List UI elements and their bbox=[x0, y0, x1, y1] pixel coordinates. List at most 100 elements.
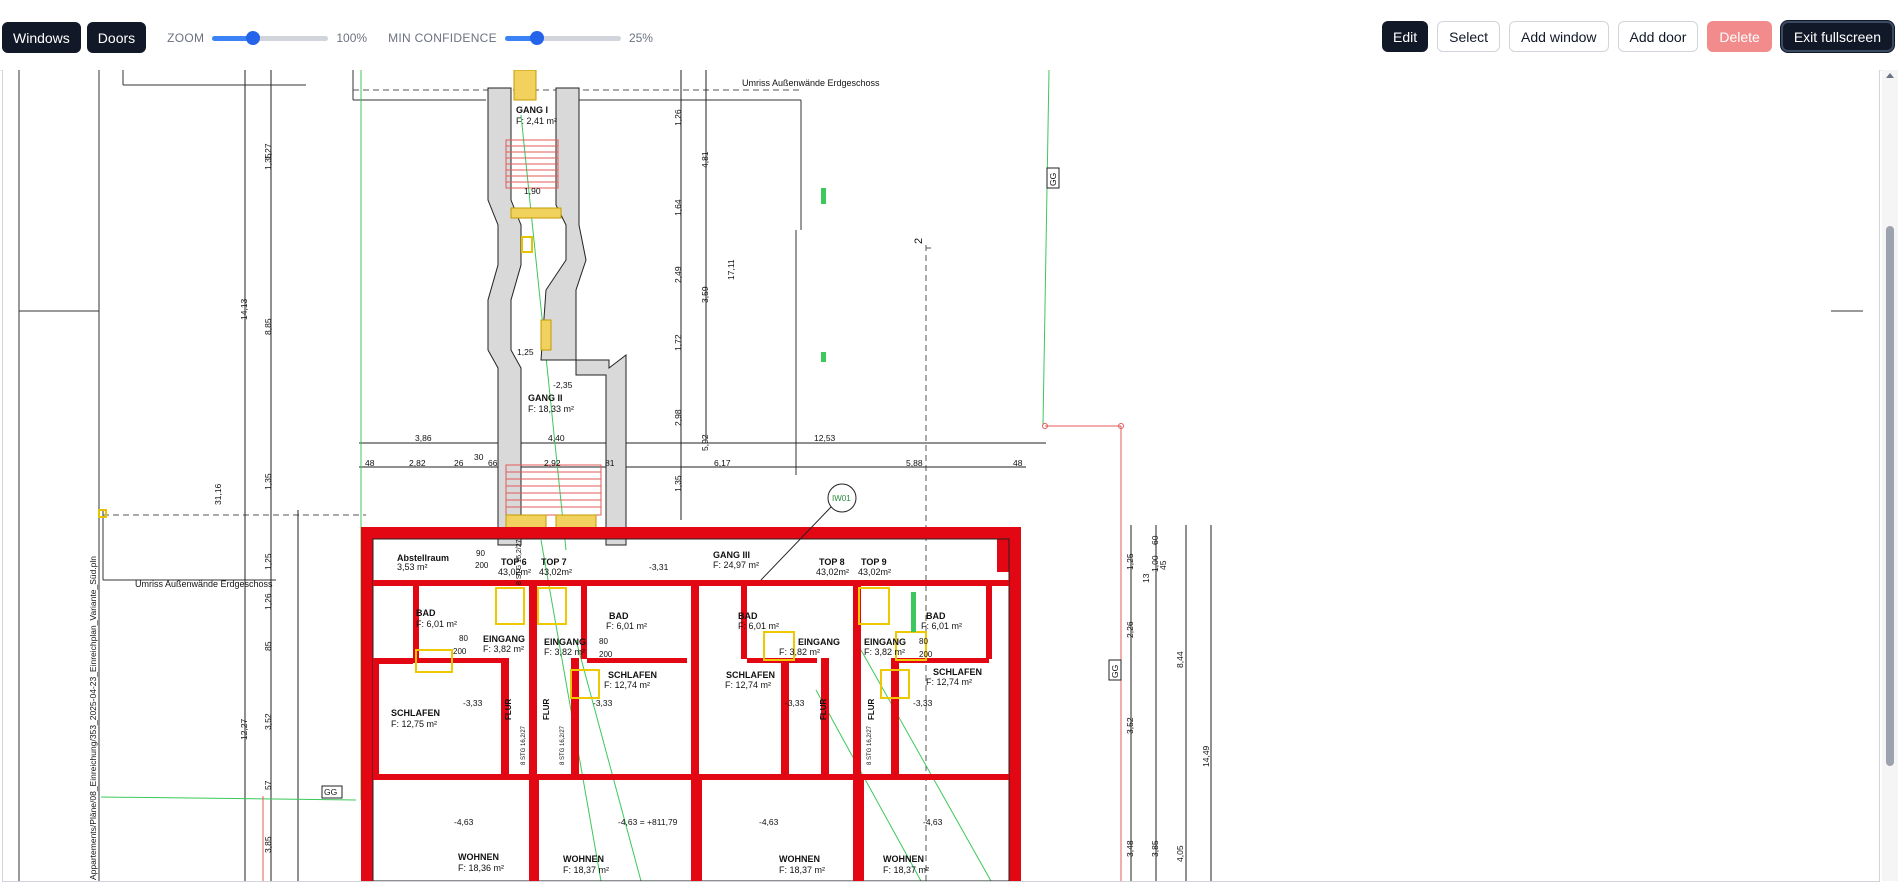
room-label: BAD bbox=[416, 608, 436, 618]
room-label: WOHNEN bbox=[563, 854, 604, 864]
room-area: F: 3,82 m² bbox=[779, 647, 820, 657]
stair-wall-right bbox=[540, 87, 627, 546]
room-area: 43,02m² bbox=[858, 567, 891, 577]
min-confidence-slider[interactable] bbox=[504, 30, 621, 46]
dimension-labels: 3,86 4,40 12,53 48 2,82 26 30 66 2,92 81… bbox=[365, 186, 1023, 468]
dimension-label: 3,85 bbox=[263, 836, 273, 853]
level-label: -2,35 bbox=[553, 380, 573, 390]
windows-toggle-button[interactable]: Windows bbox=[2, 22, 81, 53]
detection-mark[interactable] bbox=[821, 352, 826, 362]
dimension-label: 3,52 bbox=[1125, 717, 1135, 734]
dimension-label: 1,35 bbox=[673, 475, 683, 492]
dimension-label: 66 bbox=[488, 458, 498, 468]
dimension-label: 8,44 bbox=[1175, 651, 1185, 668]
doors-toggle-button[interactable]: Doors bbox=[86, 22, 147, 53]
gg-tag-vertical[interactable]: GG GG bbox=[1046, 167, 1122, 681]
delete-button[interactable]: Delete bbox=[1707, 21, 1772, 52]
scroll-up-icon[interactable] bbox=[1886, 73, 1894, 78]
zoom-slider[interactable] bbox=[212, 30, 329, 46]
room-label: SCHLAFEN bbox=[391, 708, 440, 718]
room-area: F: 12,75 m² bbox=[391, 719, 437, 729]
exit-fullscreen-button[interactable]: Exit fullscreen bbox=[1780, 21, 1894, 52]
scrollbar-thumb[interactable] bbox=[1886, 226, 1894, 766]
level-label: -3,33 bbox=[463, 698, 483, 708]
gg-tag[interactable]: GG bbox=[321, 785, 343, 799]
dimension-label: 1,90 bbox=[524, 186, 541, 196]
dimension-label: 1,25 bbox=[263, 553, 273, 570]
level-label: -3,33 bbox=[913, 698, 933, 708]
room-label: TOP 9 bbox=[861, 557, 887, 567]
dimension-label: 3,86 bbox=[415, 433, 432, 443]
stair-label: 8 STG 16,2/27 bbox=[867, 725, 873, 765]
dimension-label: 4,81 bbox=[700, 151, 710, 168]
room-label: FLUR bbox=[819, 698, 828, 720]
outline-label: Umriss Außenwände Erdgeschoss bbox=[742, 78, 880, 88]
room-area: 43,02m² bbox=[816, 567, 849, 577]
room-label: FLUR bbox=[504, 698, 513, 720]
door-detection[interactable] bbox=[513, 70, 537, 101]
dimension-label: 2,26 bbox=[1125, 621, 1135, 638]
room-label: GANG I bbox=[516, 105, 548, 115]
zoom-value: 100% bbox=[336, 30, 368, 45]
dimension-label: 1,35 bbox=[263, 473, 273, 490]
room-area: F: 18,37 m² bbox=[883, 865, 929, 875]
room-area: 43,02m² bbox=[539, 567, 572, 577]
add-window-button[interactable]: Add window bbox=[1509, 21, 1609, 52]
add-door-button[interactable]: Add door bbox=[1617, 21, 1699, 52]
dimension-label: 2,49 bbox=[673, 266, 683, 283]
door-detection[interactable] bbox=[510, 207, 562, 219]
dimension-label: 6,17 bbox=[714, 458, 731, 468]
door-dim: 200 bbox=[599, 650, 613, 659]
dimension-label: 45 bbox=[1158, 560, 1168, 570]
toolbar-right: Edit Select Add window Add door Delete E… bbox=[1382, 21, 1894, 52]
dimension-label: 2,92 bbox=[544, 458, 561, 468]
dimension-label: 8,85 bbox=[263, 318, 273, 335]
room-label: SCHLAFEN bbox=[608, 670, 657, 680]
zoom-slider-thumb[interactable] bbox=[245, 30, 260, 45]
room-label: WOHNEN bbox=[458, 852, 499, 862]
dimension-label: 17,11 bbox=[726, 259, 736, 280]
dimension-label: 2,82 bbox=[409, 458, 426, 468]
room-label: GANG II bbox=[528, 393, 563, 403]
room-label: BAD bbox=[926, 611, 946, 621]
dimension-label: 3,52 bbox=[263, 713, 273, 730]
level-label: -4,63 = +811,79 bbox=[618, 817, 678, 827]
toolbar-left: Windows Doors ZOOM 100% MIN CONFIDENCE 2… bbox=[2, 21, 653, 54]
door-dim: 200 bbox=[475, 561, 489, 570]
min-confidence-slider-thumb[interactable] bbox=[530, 30, 545, 45]
floorplan-drawing[interactable]: GANG I F: 2,41 m² GANG II F: 18,33 m² GA… bbox=[3, 70, 1879, 881]
stair-label: 8 STG 16,2/27 bbox=[521, 725, 527, 765]
edit-button[interactable]: Edit bbox=[1382, 21, 1429, 52]
room-label: WOHNEN bbox=[883, 854, 924, 864]
level-label: -3,31 bbox=[649, 562, 669, 572]
door-detection[interactable] bbox=[540, 319, 552, 351]
dimension-label: 5,92 bbox=[700, 434, 710, 451]
room-area: F: 12,74 m² bbox=[926, 677, 972, 687]
dimension-label: 5,88 bbox=[906, 458, 923, 468]
room-label: EINGANG bbox=[544, 637, 586, 647]
dimension-label: 4,40 bbox=[548, 433, 565, 443]
room-area: 3,53 m² bbox=[397, 562, 428, 572]
dimension-label: 81 bbox=[605, 458, 615, 468]
file-path-label: Appartements/Pläne/08_Einreichung/353_20… bbox=[88, 556, 98, 880]
room-area: F: 6,01 m² bbox=[606, 621, 647, 631]
room-label: BAD bbox=[609, 611, 629, 621]
room-area: F: 18,36 m² bbox=[458, 863, 504, 873]
floorplan-canvas[interactable]: GANG I F: 2,41 m² GANG II F: 18,33 m² GA… bbox=[2, 70, 1880, 882]
room-label: FLUR bbox=[867, 698, 876, 720]
room-area: 43,02m² bbox=[498, 567, 531, 577]
axis-marker: 2 bbox=[913, 238, 925, 244]
select-button[interactable]: Select bbox=[1437, 21, 1501, 52]
detection-mark[interactable] bbox=[821, 188, 826, 204]
vertical-scrollbar[interactable] bbox=[1882, 70, 1898, 881]
door-dim: 80 bbox=[599, 637, 608, 646]
room-label: WOHNEN bbox=[779, 854, 820, 864]
dimension-label: 2,98 bbox=[673, 409, 683, 426]
window-detection[interactable] bbox=[521, 236, 533, 253]
dimension-label: 3,85 bbox=[1150, 840, 1160, 857]
gg-label: GG bbox=[324, 787, 337, 797]
room-area: F: 6,01 m² bbox=[738, 621, 779, 631]
level-label: -4,63 bbox=[454, 817, 474, 827]
dimension-label: 1,25 bbox=[1125, 553, 1135, 570]
room-area: F: 18,33 m² bbox=[528, 404, 574, 414]
